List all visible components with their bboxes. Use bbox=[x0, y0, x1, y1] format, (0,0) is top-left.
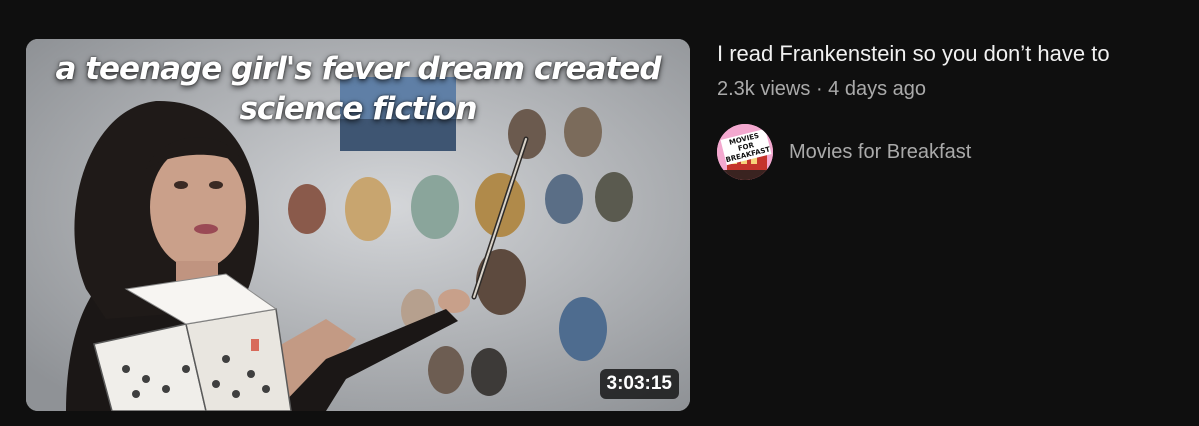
video-title[interactable]: I read Frankenstein so you don’t have to bbox=[717, 40, 1199, 68]
thumbnail-overlay-text: a teenage girl's fever dream created sci… bbox=[26, 49, 690, 129]
duration-badge: 3:03:15 bbox=[599, 369, 679, 399]
channel-avatar[interactable]: MOVIES FOR BREAKFAST bbox=[717, 124, 773, 180]
video-card[interactable]: a teenage girl's fever dream created sci… bbox=[0, 0, 1199, 426]
thumbnail-overlay-line2: science fiction bbox=[239, 91, 477, 127]
upload-age: 4 days ago bbox=[828, 78, 927, 100]
channel-name[interactable]: Movies for Breakfast bbox=[789, 139, 971, 165]
channel-link[interactable]: MOVIES FOR BREAKFAST Movies for Breakfas… bbox=[717, 124, 971, 180]
video-stats: 2.3k views · 4 days ago bbox=[717, 76, 1199, 102]
video-thumbnail[interactable]: a teenage girl's fever dream created sci… bbox=[26, 39, 690, 411]
view-count: 2.3k views bbox=[717, 78, 811, 100]
video-metadata: I read Frankenstein so you don’t have to… bbox=[717, 40, 1199, 102]
thumbnail-overlay-line1: a teenage girl's fever dream created bbox=[55, 51, 661, 87]
stats-separator: · bbox=[815, 78, 823, 100]
